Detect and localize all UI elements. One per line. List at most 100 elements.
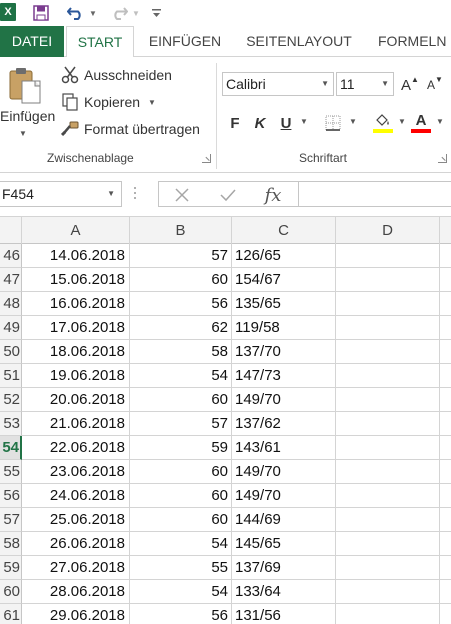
cell-b[interactable]: 60: [130, 484, 232, 508]
cell-e[interactable]: [440, 364, 451, 388]
row-header[interactable]: 46: [0, 244, 22, 268]
fill-color-button[interactable]: [371, 111, 395, 135]
cell-a[interactable]: 27.06.2018: [22, 556, 130, 580]
redo-icon[interactable]: [108, 3, 130, 23]
cell-b[interactable]: 58: [130, 340, 232, 364]
customize-toolbar-icon[interactable]: [150, 3, 162, 23]
cell-d[interactable]: [336, 388, 440, 412]
cell-a[interactable]: 28.06.2018: [22, 580, 130, 604]
formula-bar-resize-handle[interactable]: [133, 185, 137, 201]
cell-e[interactable]: [440, 460, 451, 484]
cell-b[interactable]: 62: [130, 316, 232, 340]
grow-font-button[interactable]: A ▲: [401, 73, 419, 97]
cell-a[interactable]: 18.06.2018: [22, 340, 130, 364]
italic-button[interactable]: K: [250, 111, 270, 135]
cell-b[interactable]: 54: [130, 532, 232, 556]
cell-a[interactable]: 19.06.2018: [22, 364, 130, 388]
column-header-c[interactable]: C: [232, 217, 336, 244]
row-header[interactable]: 53: [0, 412, 22, 436]
cell-d[interactable]: [336, 508, 440, 532]
cell-a[interactable]: 14.06.2018: [22, 244, 130, 268]
copy-button[interactable]: Kopieren ▼: [60, 91, 156, 113]
cell-a[interactable]: 25.06.2018: [22, 508, 130, 532]
cell-a[interactable]: 29.06.2018: [22, 604, 130, 624]
cell-e[interactable]: [440, 388, 451, 412]
copy-dropdown-icon[interactable]: ▼: [148, 98, 156, 107]
cell-d[interactable]: [336, 580, 440, 604]
cell-b[interactable]: 60: [130, 388, 232, 412]
cell-e[interactable]: [440, 340, 451, 364]
tab-einfuegen[interactable]: EINFÜGEN: [140, 26, 230, 57]
row-header[interactable]: 48: [0, 292, 22, 316]
cell-d[interactable]: [336, 484, 440, 508]
cell-b[interactable]: 60: [130, 460, 232, 484]
tab-datei[interactable]: DATEI: [0, 26, 64, 57]
column-header-b[interactable]: B: [130, 217, 232, 244]
cell-a[interactable]: 23.06.2018: [22, 460, 130, 484]
cell-d[interactable]: [336, 412, 440, 436]
cell-b[interactable]: 59: [130, 436, 232, 460]
column-header-e[interactable]: [440, 217, 451, 244]
enter-icon[interactable]: [215, 182, 241, 208]
cell-d[interactable]: [336, 364, 440, 388]
row-header[interactable]: 50: [0, 340, 22, 364]
redo-dropdown-icon[interactable]: ▼: [131, 3, 141, 23]
cell-c[interactable]: 126/65: [232, 244, 336, 268]
font-name-select[interactable]: Calibri ▼: [222, 72, 334, 96]
cell-d[interactable]: [336, 316, 440, 340]
cell-b[interactable]: 54: [130, 580, 232, 604]
cell-e[interactable]: [440, 508, 451, 532]
undo-dropdown-icon[interactable]: ▼: [88, 3, 98, 23]
column-header-d[interactable]: D: [336, 217, 440, 244]
row-header[interactable]: 61: [0, 604, 22, 624]
cell-b[interactable]: 55: [130, 556, 232, 580]
cell-b[interactable]: 60: [130, 508, 232, 532]
cell-c[interactable]: 131/56: [232, 604, 336, 624]
cell-a[interactable]: 15.06.2018: [22, 268, 130, 292]
tab-seitenlayout[interactable]: SEITENLAYOUT: [236, 26, 362, 57]
cell-e[interactable]: [440, 316, 451, 340]
cell-e[interactable]: [440, 436, 451, 460]
cell-c[interactable]: 143/61: [232, 436, 336, 460]
cell-e[interactable]: [440, 268, 451, 292]
shrink-font-button[interactable]: A ▼: [426, 73, 444, 97]
select-all-corner[interactable]: [0, 217, 22, 244]
borders-dropdown-icon[interactable]: ▼: [349, 117, 357, 126]
cell-d[interactable]: [336, 292, 440, 316]
cell-c[interactable]: 135/65: [232, 292, 336, 316]
cell-a[interactable]: 20.06.2018: [22, 388, 130, 412]
cell-a[interactable]: 16.06.2018: [22, 292, 130, 316]
cell-b[interactable]: 56: [130, 292, 232, 316]
row-header[interactable]: 47: [0, 268, 22, 292]
cell-e[interactable]: [440, 532, 451, 556]
save-icon[interactable]: [32, 3, 50, 23]
borders-button[interactable]: [322, 111, 344, 135]
cell-d[interactable]: [336, 556, 440, 580]
cell-a[interactable]: 24.06.2018: [22, 484, 130, 508]
cell-d[interactable]: [336, 532, 440, 556]
row-header[interactable]: 59: [0, 556, 22, 580]
row-header[interactable]: 54: [0, 436, 22, 460]
cell-c[interactable]: 145/65: [232, 532, 336, 556]
cell-c[interactable]: 119/58: [232, 316, 336, 340]
font-size-select[interactable]: 11 ▼: [336, 72, 394, 96]
cell-e[interactable]: [440, 580, 451, 604]
font-launcher-icon[interactable]: [438, 154, 447, 163]
paste-dropdown-icon[interactable]: ▼: [19, 129, 27, 138]
cell-e[interactable]: [440, 244, 451, 268]
cell-c[interactable]: 137/70: [232, 340, 336, 364]
font-color-button[interactable]: A: [410, 111, 432, 135]
font-color-dropdown-icon[interactable]: ▼: [436, 117, 444, 126]
row-header[interactable]: 57: [0, 508, 22, 532]
format-painter-button[interactable]: Format übertragen: [60, 118, 200, 140]
cell-a[interactable]: 21.06.2018: [22, 412, 130, 436]
fill-color-dropdown-icon[interactable]: ▼: [398, 117, 406, 126]
cell-d[interactable]: [336, 460, 440, 484]
cell-b[interactable]: 60: [130, 268, 232, 292]
cell-c[interactable]: 154/67: [232, 268, 336, 292]
cell-a[interactable]: 22.06.2018: [22, 436, 130, 460]
cell-c[interactable]: 149/70: [232, 484, 336, 508]
cell-a[interactable]: 26.06.2018: [22, 532, 130, 556]
cancel-icon[interactable]: [169, 182, 195, 208]
cell-c[interactable]: 144/69: [232, 508, 336, 532]
